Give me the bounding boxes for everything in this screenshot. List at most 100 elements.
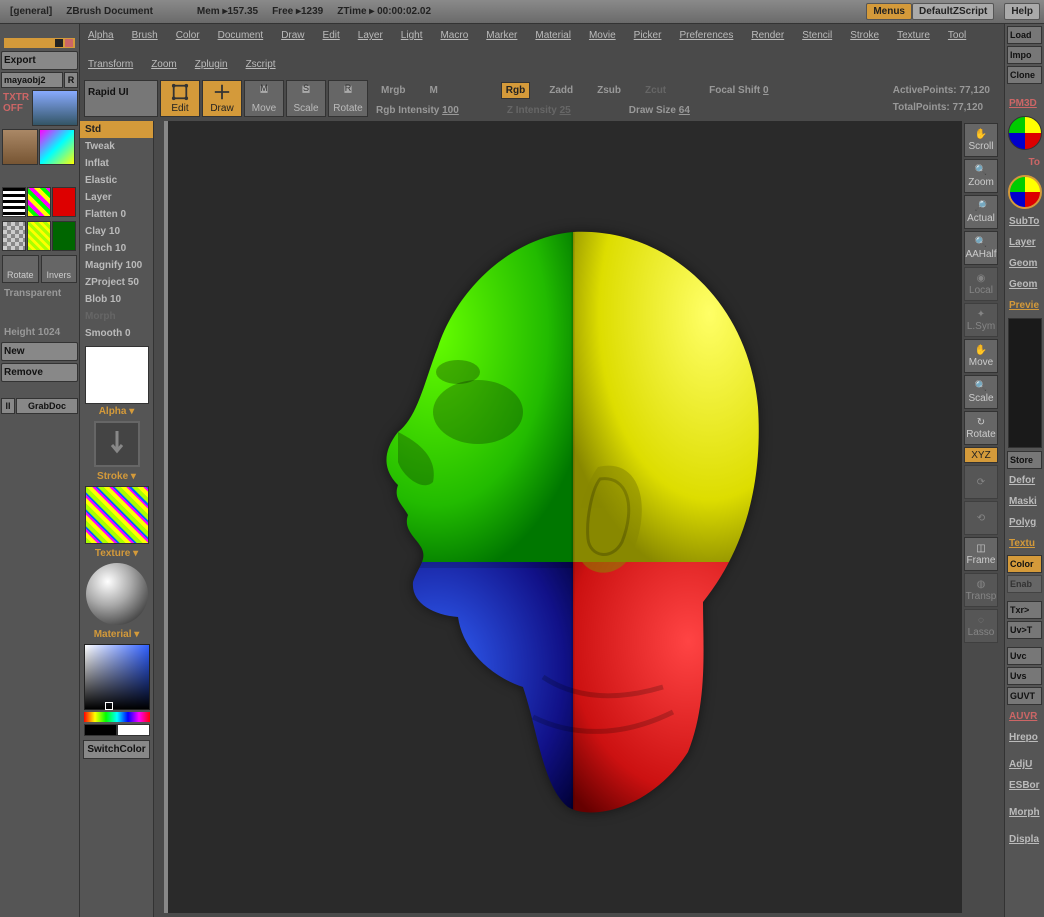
export-button[interactable]: Export [1,51,78,70]
black-swatch[interactable] [84,724,117,736]
morph-link[interactable]: Morph [1007,803,1042,822]
adju-link[interactable]: AdjU [1007,755,1042,774]
zcut-toggle[interactable]: Zcut [640,82,671,99]
menu-zscript[interactable]: Zscript [246,59,276,70]
switch-color-button[interactable]: SwitchColor [83,740,150,759]
scale-view-button[interactable]: 🔍Scale [964,375,998,409]
hrepo-link[interactable]: Hrepo [1007,728,1042,747]
material-label[interactable]: Material ▾ [80,627,153,642]
brush-std[interactable]: Std [80,121,153,138]
rgb-toggle[interactable]: Rgb [501,82,530,99]
rgb-intensity-label[interactable]: Rgb Intensity 100 [376,105,459,116]
brush-layer[interactable]: Layer [80,189,153,206]
brush-elastic[interactable]: Elastic [80,172,153,189]
defaultzscript-button[interactable]: DefaultZScript [912,3,994,20]
rapid-ui-button[interactable]: Rapid UI [84,80,158,117]
brush-tweak[interactable]: Tweak [80,138,153,155]
preview-link[interactable]: Previe [1007,296,1042,315]
transp-button[interactable]: ◍Transp [964,573,998,607]
local-button[interactable]: ◉Local [964,267,998,301]
mrgb-toggle[interactable]: Mrgb [376,82,410,99]
white-swatch[interactable] [117,724,150,736]
layers-link[interactable]: Layer [1007,233,1042,252]
texture-thumb[interactable] [85,486,149,544]
colorize-button[interactable]: Color [1007,555,1042,573]
brush-flatten[interactable]: Flatten 0 [80,206,153,223]
remove-button[interactable]: Remove [1,363,78,382]
tool-thumb-sel[interactable] [1008,175,1042,209]
orbit-b-button[interactable]: ⟲ [964,501,998,535]
preview-area[interactable] [1008,318,1042,448]
load-button[interactable]: Load [1007,26,1042,44]
guvt-button[interactable]: GUVT [1007,687,1042,705]
auvr-link[interactable]: AUVR [1007,707,1042,726]
import-button[interactable]: Impo [1007,46,1042,64]
txtr-thumb-3[interactable] [39,129,75,165]
menu-draw[interactable]: Draw [281,30,304,41]
esbor-link[interactable]: ESBor [1007,776,1042,795]
brush-smooth[interactable]: Smooth 0 [80,325,153,342]
lsym-button[interactable]: ✦L.Sym [964,303,998,337]
menu-transform[interactable]: Transform [88,59,133,70]
hue-slider[interactable] [84,712,150,722]
geometry1-link[interactable]: Geom [1007,254,1042,273]
menu-color[interactable]: Color [176,30,200,41]
swatch-c[interactable] [52,187,76,217]
ll-button[interactable]: ll [1,398,15,414]
menu-preferences[interactable]: Preferences [679,30,733,41]
focal-shift-label[interactable]: Focal Shift 0 [709,85,768,96]
brush-morph[interactable]: Morph [80,308,153,325]
material-thumb[interactable] [86,563,148,625]
texture-link[interactable]: Textu [1007,534,1042,553]
geometry2-link[interactable]: Geom [1007,275,1042,294]
menu-tool[interactable]: Tool [948,30,966,41]
polygroups-link[interactable]: Polyg [1007,513,1042,532]
grabdoc-button[interactable]: GrabDoc [16,398,78,414]
swatch-b[interactable] [27,187,51,217]
zoom-button[interactable]: 🔍Zoom [964,159,998,193]
tool-thumb-main[interactable] [1008,116,1042,150]
swatch-d[interactable] [2,221,26,251]
move-mode-button[interactable]: MMove [244,80,284,117]
menu-layer[interactable]: Layer [358,30,383,41]
uvs-button[interactable]: Uvs [1007,667,1042,685]
alpha-label[interactable]: Alpha ▾ [80,404,153,419]
mayaobj-button[interactable]: mayaobj2 [1,72,63,88]
menu-render[interactable]: Render [751,30,784,41]
lasso-button[interactable]: ◌Lasso [964,609,998,643]
enable-button[interactable]: Enab [1007,575,1042,593]
menu-marker[interactable]: Marker [486,30,517,41]
xyz-button[interactable]: XYZ [964,447,998,463]
store-button[interactable]: Store [1007,451,1042,469]
stroke-thumb[interactable] [94,421,140,467]
brush-pinch[interactable]: Pinch 10 [80,240,153,257]
rotate-mode-button[interactable]: RRotate [328,80,368,117]
invers-toggle[interactable]: Invers [41,255,78,283]
z-intensity-label[interactable]: Z Intensity 25 [507,105,571,116]
uvc-button[interactable]: Uvc [1007,647,1042,665]
orbit-a-button[interactable]: ⟳ [964,465,998,499]
menu-edit[interactable]: Edit [323,30,340,41]
clone-button[interactable]: Clone [1007,66,1042,84]
menu-material[interactable]: Material [535,30,571,41]
txr-button[interactable]: Txr> [1007,601,1042,619]
txtr-thumb-2[interactable] [2,129,38,165]
aahalf-button[interactable]: 🔍AAHalf [964,231,998,265]
new-button[interactable]: New [1,342,78,361]
brush-zproject[interactable]: ZProject 50 [80,274,153,291]
deform-link[interactable]: Defor [1007,471,1042,490]
help-button[interactable]: Help [1004,3,1040,20]
actual-button[interactable]: 🔎Actual [964,195,998,229]
menu-alpha[interactable]: Alpha [88,30,114,41]
menu-macro[interactable]: Macro [440,30,468,41]
brush-clay[interactable]: Clay 10 [80,223,153,240]
uvt-button[interactable]: Uv>T [1007,621,1042,639]
masking-link[interactable]: Maski [1007,492,1042,511]
zsub-toggle[interactable]: Zsub [592,82,626,99]
scroll-button[interactable]: ✋Scroll [964,123,998,157]
menus-button[interactable]: Menus [866,3,912,20]
display-link[interactable]: Displa [1007,830,1042,849]
height-label[interactable]: Height 1024 [0,324,79,341]
swatch-f[interactable] [52,221,76,251]
menu-zoom[interactable]: Zoom [151,59,177,70]
